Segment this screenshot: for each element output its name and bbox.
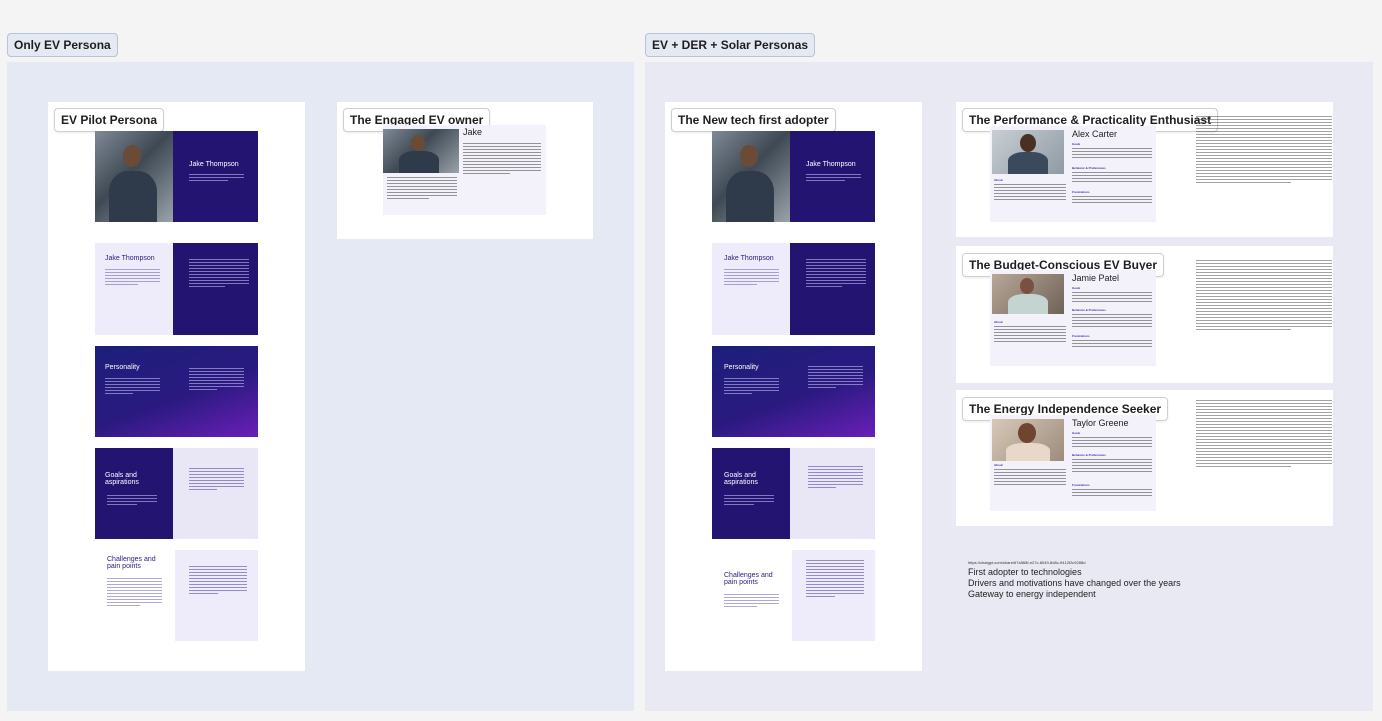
- jamie-name: Jamie Patel: [1072, 273, 1120, 283]
- slide-challenges[interactable]: Challenges and pain points: [95, 550, 258, 641]
- slide-bio-2[interactable]: Jake Thompson: [712, 243, 875, 335]
- bio-name: Jake Thompson: [105, 255, 155, 262]
- slide-hero[interactable]: Jake Thompson: [95, 131, 258, 222]
- slide-goals[interactable]: Goals and aspirations: [95, 448, 258, 539]
- taylor-name: Taylor Greene: [1072, 418, 1129, 428]
- challenges-title-2: Challenges and pain points: [724, 572, 773, 586]
- hero-name: Jake Thompson: [189, 161, 239, 168]
- note-line-1: First adopter to technologies: [968, 567, 1082, 577]
- taylor-about: About: [994, 463, 1003, 467]
- note-line-2: Drivers and motivations have changed ove…: [968, 578, 1181, 588]
- jamie-photo: [992, 274, 1064, 314]
- frame-label-ev-pilot[interactable]: EV Pilot Persona: [54, 108, 165, 132]
- card-taylor[interactable]: Taylor Greene Goals Behavior & Preferenc…: [990, 415, 1156, 511]
- jamie-behavior: Behavior & Preferences: [1072, 308, 1106, 312]
- goals-title: Goals and aspirations: [105, 472, 139, 486]
- jamie-frustrations: Frustrations: [1072, 334, 1090, 338]
- persona-photo: [95, 131, 173, 222]
- section-tag-only-ev[interactable]: Only EV Persona: [7, 33, 118, 57]
- share-url[interactable]: https://chatgpt.com/share/67a568f-e27c-8…: [968, 560, 1085, 565]
- taylor-goals: Goals: [1072, 431, 1081, 435]
- taylor-photo: [992, 419, 1064, 461]
- hero-name-2: Jake Thompson: [806, 161, 856, 168]
- slide-bio[interactable]: Jake Thompson: [95, 243, 258, 335]
- taylor-behavior: Behavior & Preferences: [1072, 453, 1106, 457]
- card-alex[interactable]: Alex Carter Goals Behavior & Preferences…: [990, 126, 1156, 222]
- alex-goals: Goals: [1072, 142, 1081, 146]
- section-tag-ev-der-solar[interactable]: EV + DER + Solar Personas: [645, 33, 816, 57]
- alex-behavior: Behavior & Preferences: [1072, 166, 1106, 170]
- slide-personality[interactable]: Personality: [95, 346, 258, 437]
- engaged-card[interactable]: Jake: [383, 125, 546, 215]
- personality-title-2: Personality: [724, 364, 759, 371]
- persona-photo-2: [712, 131, 790, 222]
- notes-energy: [1196, 400, 1332, 469]
- notes-budget: [1196, 260, 1332, 332]
- frame-label-new-tech[interactable]: The New tech first adopter: [671, 108, 836, 132]
- notes-performance: [1196, 116, 1332, 185]
- taylor-frustrations: Frustrations: [1072, 483, 1090, 487]
- card-jamie[interactable]: Jamie Patel Goals Behavior & Preferences…: [990, 270, 1156, 366]
- bio-name-2: Jake Thompson: [724, 255, 774, 262]
- alex-name: Alex Carter: [1072, 129, 1118, 139]
- slide-personality-2[interactable]: Personality: [712, 346, 875, 437]
- bio-text: [105, 269, 160, 287]
- slide-challenges-2[interactable]: Challenges and pain points: [712, 550, 875, 641]
- alex-frustrations: Frustrations: [1072, 190, 1090, 194]
- slide-goals-2[interactable]: Goals and aspirations: [712, 448, 875, 539]
- jamie-goals: Goals: [1072, 286, 1081, 290]
- goals-title-2: Goals and aspirations: [724, 472, 758, 486]
- hero-text: [189, 174, 244, 183]
- engaged-name: Jake: [463, 127, 483, 137]
- personality-title: Personality: [105, 364, 140, 371]
- jamie-about: About: [994, 320, 1003, 324]
- alex-photo: [992, 130, 1064, 174]
- slide-hero-2[interactable]: Jake Thompson: [712, 131, 875, 222]
- alex-about: About: [994, 178, 1003, 182]
- challenges-title: Challenges and pain points: [107, 556, 156, 570]
- engaged-photo: [383, 129, 459, 173]
- note-line-3: Gateway to energy independent: [968, 589, 1096, 599]
